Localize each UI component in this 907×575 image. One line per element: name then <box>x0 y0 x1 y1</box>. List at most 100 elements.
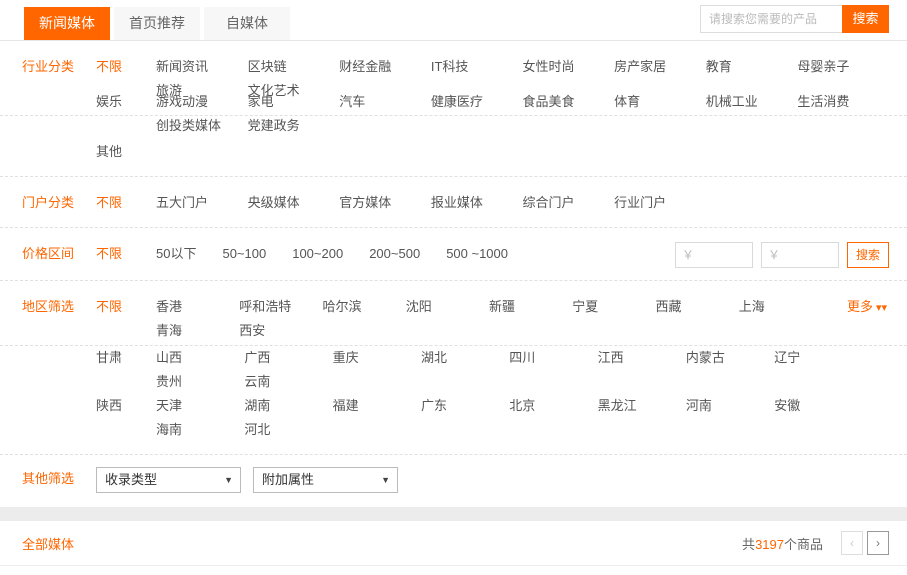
option-region[interactable]: 湖北 <box>421 346 509 370</box>
filter-portal-any[interactable]: 不限 <box>96 191 156 215</box>
option-region[interactable]: 河北 <box>244 418 332 442</box>
option-price[interactable]: 200~500 <box>369 242 420 268</box>
option-industry[interactable]: 房产家居 <box>614 55 706 79</box>
option-industry[interactable]: 母婴亲子 <box>797 55 889 79</box>
results-header: 全部媒体 共3197个商品 ‹ › <box>0 521 907 566</box>
filter-portal-options: 五大门户 央级媒体 官方媒体 报业媒体 综合门户 行业门户 <box>156 191 889 215</box>
option-region[interactable]: 沈阳 <box>406 295 489 319</box>
select-record-type[interactable]: 收录类型 ▼ <box>96 467 241 493</box>
option-region[interactable]: 广东 <box>421 394 509 418</box>
tab-self-media[interactable]: 自媒体 <box>204 7 290 40</box>
option-industry[interactable]: 新闻资讯 <box>156 55 248 79</box>
region-more-toggle[interactable]: 更多▾▾ <box>847 295 889 343</box>
pagination-next-button[interactable]: › <box>867 531 889 555</box>
tab-home-recommend[interactable]: 首页推荐 <box>114 7 200 40</box>
filter-label-price: 价格区间 <box>22 242 96 268</box>
option-region[interactable]: 河南 <box>686 394 774 418</box>
option-industry[interactable]: 党建政务 <box>248 114 340 138</box>
option-portal[interactable]: 综合门户 <box>523 191 615 215</box>
search-input[interactable] <box>700 5 842 33</box>
option-region[interactable]: 宁夏 <box>572 295 655 319</box>
option-price[interactable]: 50以下 <box>156 242 196 268</box>
option-region[interactable]: 西藏 <box>656 295 739 319</box>
option-price[interactable]: 50~100 <box>222 242 266 268</box>
option-industry[interactable]: 汽车 <box>339 90 431 114</box>
option-region[interactable]: 北京 <box>509 394 597 418</box>
option-region[interactable]: 贵州 <box>156 370 244 394</box>
option-region[interactable]: 香港 <box>156 295 239 319</box>
option-industry[interactable]: 健康医疗 <box>431 90 523 114</box>
option-industry[interactable]: IT科技 <box>431 55 523 79</box>
option-industry[interactable]: 娱乐 <box>96 90 156 138</box>
option-region[interactable]: 福建 <box>333 394 421 418</box>
filter-label-other: 其他筛选 <box>22 467 96 493</box>
option-region[interactable]: 重庆 <box>333 346 421 370</box>
filter-price-any[interactable]: 不限 <box>96 242 156 268</box>
option-industry[interactable]: 游戏动漫 <box>156 90 248 114</box>
option-region[interactable]: 四川 <box>509 346 597 370</box>
option-region[interactable]: 甘肃 <box>96 346 156 394</box>
option-industry[interactable]: 机械工业 <box>706 90 798 114</box>
option-industry[interactable]: 创投类媒体 <box>156 114 248 138</box>
filter-industry-options-row3 <box>156 140 889 164</box>
filter-industry-options-row2: 游戏动漫 家电 汽车 健康医疗 食品美食 体育 机械工业 生活消费 创投类媒体 … <box>156 90 889 138</box>
option-portal[interactable]: 央级媒体 <box>248 191 340 215</box>
option-region[interactable]: 江西 <box>598 346 686 370</box>
option-industry[interactable]: 体育 <box>614 90 706 114</box>
filter-price-options: 50以下 50~100 100~200 200~500 500 ~1000 <box>156 242 675 268</box>
pagination-prev-button[interactable]: ‹ <box>841 531 863 555</box>
option-region[interactable]: 青海 <box>156 319 239 343</box>
option-portal[interactable]: 报业媒体 <box>431 191 523 215</box>
top-tab-bar: 新闻媒体 首页推荐 自媒体 搜索 <box>0 0 907 41</box>
chevron-double-down-icon: ▾▾ <box>876 302 887 314</box>
option-portal[interactable]: 五大门户 <box>156 191 248 215</box>
panel-gap <box>0 507 907 521</box>
other-filter-selects: 收录类型 ▼ 附加属性 ▼ <box>96 467 410 493</box>
option-industry[interactable]: 家电 <box>248 90 340 114</box>
option-region[interactable]: 哈尔滨 <box>323 295 406 319</box>
filter-region-any[interactable]: 不限 <box>96 295 156 343</box>
option-region[interactable]: 湖南 <box>244 394 332 418</box>
region-more-label: 更多 <box>847 299 873 314</box>
option-region[interactable]: 广西 <box>244 346 332 370</box>
count-suffix: 个商品 <box>784 537 823 552</box>
option-region[interactable]: 辽宁 <box>774 346 862 370</box>
option-region[interactable]: 西安 <box>239 319 322 343</box>
option-region[interactable]: 上海 <box>739 295 822 319</box>
option-portal[interactable]: 官方媒体 <box>339 191 431 215</box>
filter-region-options: 香港 呼和浩特 哈尔滨 沈阳 新疆 宁夏 西藏 上海 青海 西安 <box>156 295 847 343</box>
option-portal[interactable]: 行业门户 <box>614 191 706 215</box>
option-industry[interactable]: 食品美食 <box>523 90 615 114</box>
price-range-inputs: 搜索 <box>675 242 889 268</box>
option-region[interactable]: 新疆 <box>489 295 572 319</box>
option-industry[interactable]: 生活消费 <box>797 90 889 114</box>
select-extra-attribute[interactable]: 附加属性 ▼ <box>253 467 398 493</box>
option-region[interactable]: 呼和浩特 <box>239 295 322 319</box>
price-min-input[interactable] <box>675 242 753 268</box>
filter-row-industry-2: 娱乐 游戏动漫 家电 汽车 健康医疗 食品美食 体育 机械工业 生活消费 创投类… <box>0 90 907 138</box>
results-tab-all-media[interactable]: 全部媒体 <box>22 534 74 553</box>
option-industry[interactable]: 教育 <box>706 55 798 79</box>
option-industry[interactable]: 财经金融 <box>339 55 431 79</box>
price-search-button[interactable]: 搜索 <box>847 242 889 268</box>
results-panel: 全部媒体 共3197个商品 ‹ › 网财经 案例 -财经 <box>0 521 907 575</box>
option-region[interactable]: 安徽 <box>774 394 862 418</box>
option-region[interactable]: 内蒙古 <box>686 346 774 370</box>
select-record-type-value: 收录类型 <box>105 472 157 487</box>
product-row: 网财经 案例 -财经 / 腾讯财经转载，需白名单来源，修改不通知，出稿时间提前一… <box>0 566 907 575</box>
option-region[interactable]: 云南 <box>244 370 332 394</box>
option-region[interactable]: 天津 <box>156 394 244 418</box>
option-industry[interactable]: 女性时尚 <box>523 55 615 79</box>
option-region[interactable]: 海南 <box>156 418 244 442</box>
option-industry[interactable]: 其他 <box>96 140 156 164</box>
option-region[interactable]: 黑龙江 <box>598 394 686 418</box>
option-region[interactable]: 陕西 <box>96 394 156 442</box>
option-price[interactable]: 500 ~1000 <box>446 242 508 268</box>
search-button[interactable]: 搜索 <box>842 5 889 33</box>
option-region[interactable]: 山西 <box>156 346 244 370</box>
tab-news-media[interactable]: 新闻媒体 <box>24 7 110 40</box>
option-industry[interactable]: 区块链 <box>248 55 340 79</box>
price-max-input[interactable] <box>761 242 839 268</box>
option-price[interactable]: 100~200 <box>292 242 343 268</box>
filter-label-portal: 门户分类 <box>22 191 96 215</box>
